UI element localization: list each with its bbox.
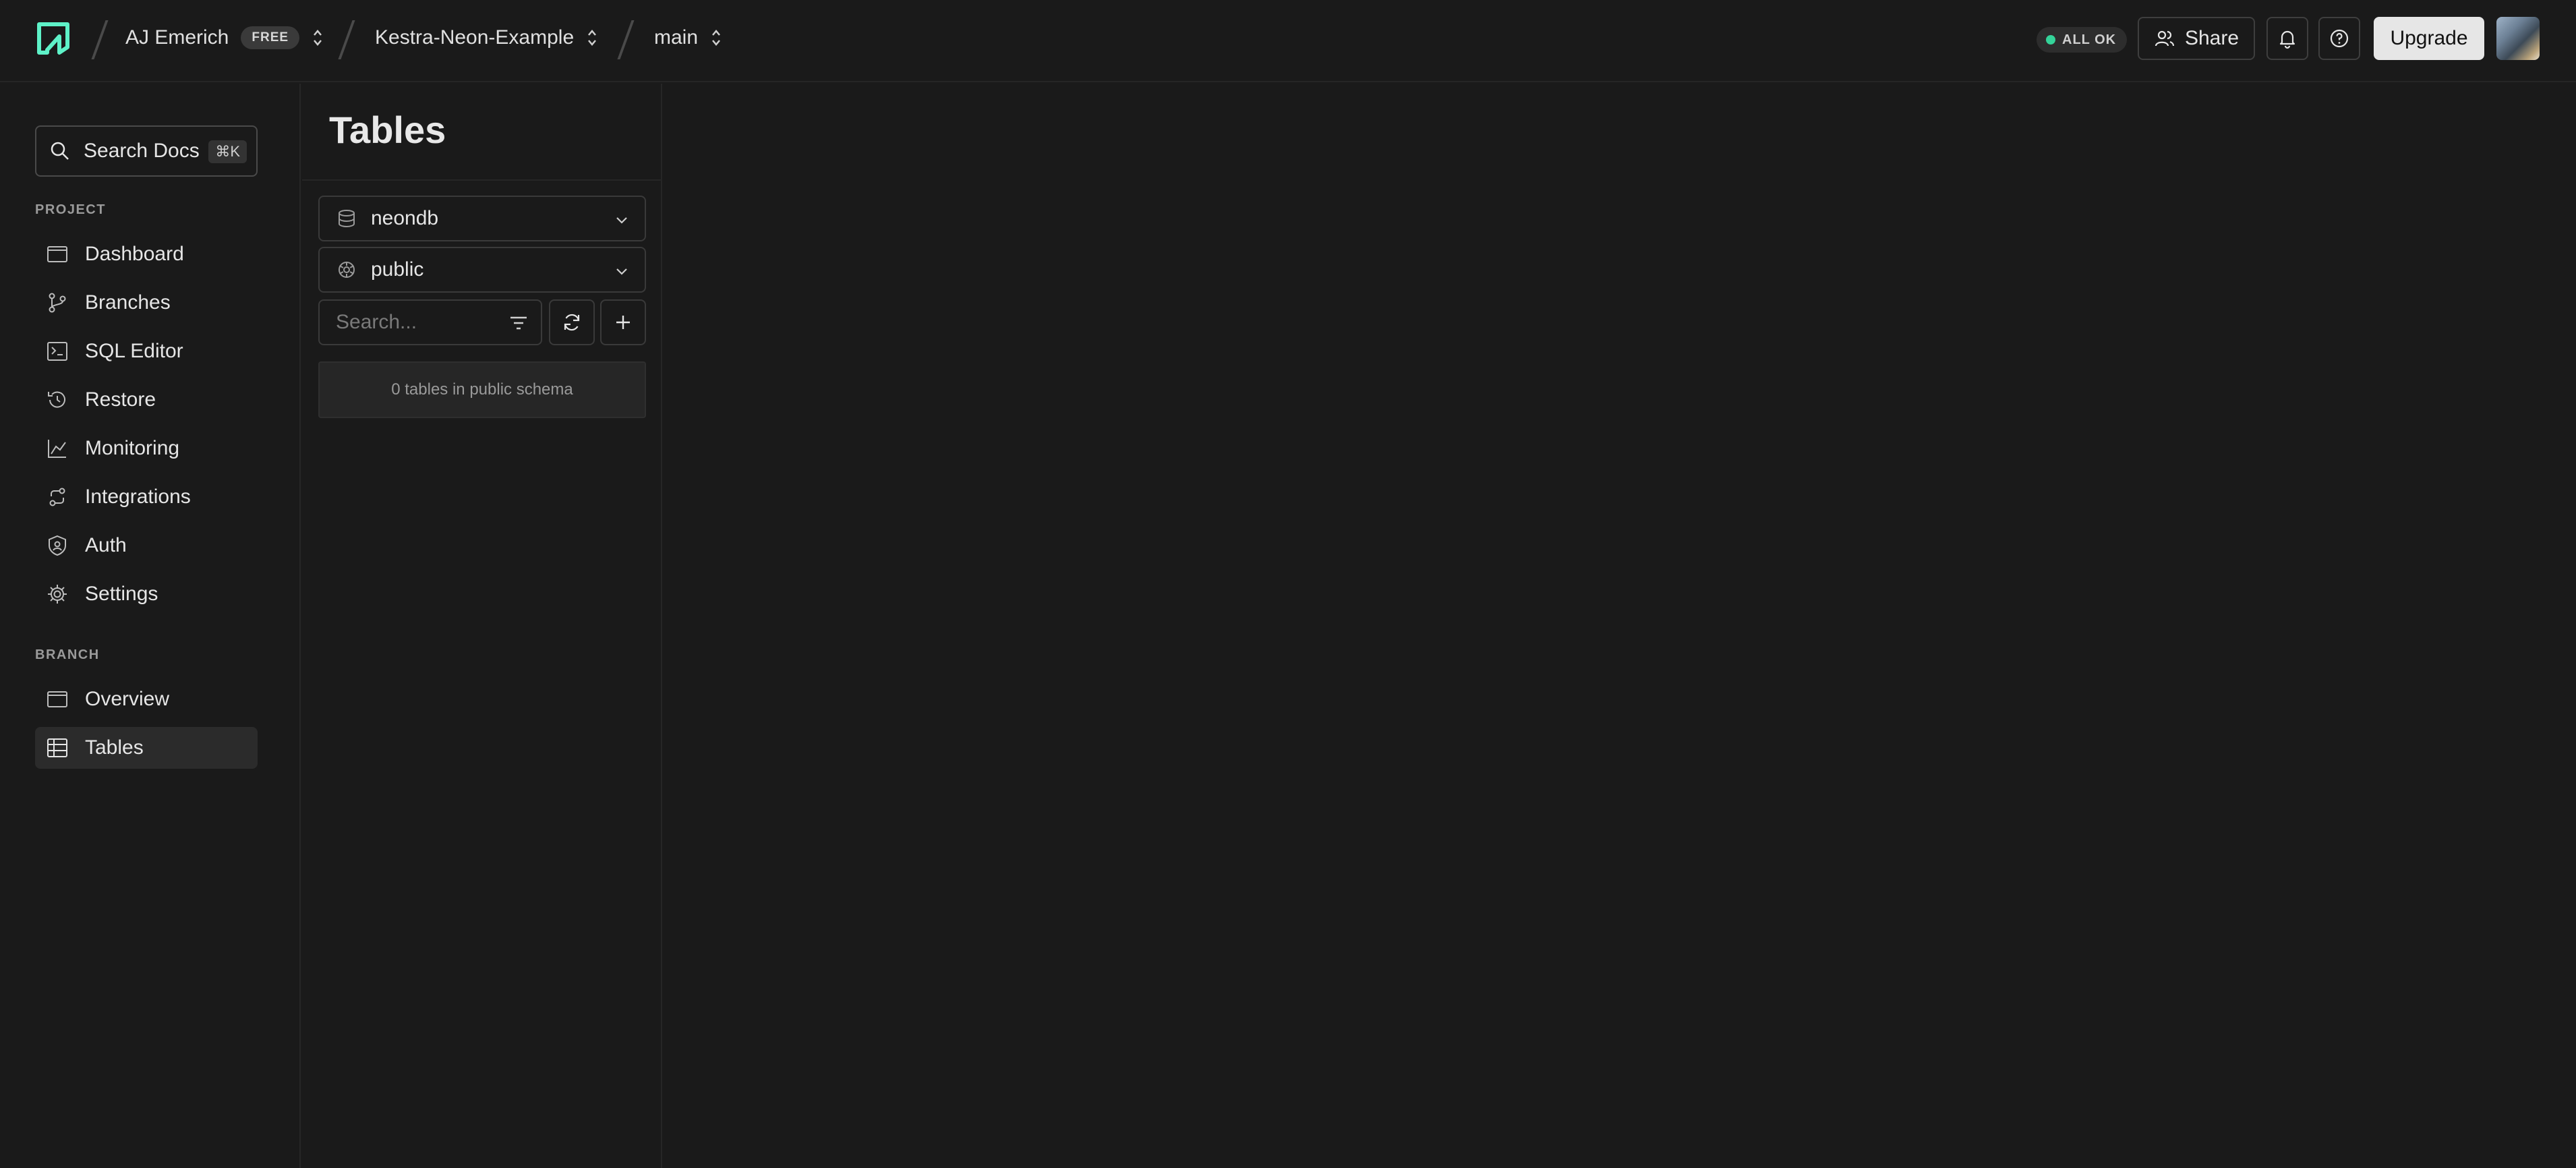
status-text: ALL OK [2062, 32, 2117, 47]
branch-section-label: BRANCH [35, 647, 100, 662]
filter-icon[interactable] [508, 314, 529, 332]
avatar[interactable] [2496, 17, 2540, 60]
upgrade-button[interactable]: Upgrade [2374, 17, 2484, 60]
sidebar-item-label: Tables [85, 736, 144, 759]
search-docs-label: Search Docs [84, 140, 200, 162]
add-table-button[interactable] [600, 299, 646, 345]
divider [302, 179, 662, 181]
users-icon [2155, 30, 2175, 47]
database-select[interactable]: neondb [318, 196, 646, 241]
empty-tables-message: 0 tables in public schema [318, 361, 646, 418]
auth-icon [49, 535, 66, 556]
empty-message-text: 0 tables in public schema [391, 380, 573, 399]
overview-icon [47, 691, 67, 707]
sidebar-item-label: Settings [85, 583, 158, 605]
branches-icon [49, 293, 66, 313]
gear-icon [48, 585, 67, 604]
project-section-label: PROJECT [35, 202, 106, 217]
search-icon [51, 142, 69, 160]
breadcrumb-separator [91, 20, 109, 59]
sidebar-item-label: Branches [85, 291, 171, 314]
search-docs-button[interactable]: Search Docs ⌘K [35, 125, 258, 177]
sidebar-item-branches[interactable]: Branches [35, 282, 258, 324]
bell-icon [2279, 30, 2295, 49]
table-search-placeholder: Search... [336, 311, 417, 333]
sidebar-item-auth[interactable]: Auth [35, 525, 258, 566]
breadcrumb-separator [617, 20, 635, 59]
sidebar-item-settings[interactable]: Settings [35, 573, 258, 615]
upgrade-label: Upgrade [2390, 27, 2468, 49]
neon-logo-icon[interactable] [35, 20, 71, 57]
chevron-updown-icon [314, 30, 322, 46]
table-search-input[interactable]: Search... [318, 299, 542, 345]
database-icon [339, 210, 355, 228]
share-label: Share [2184, 27, 2240, 49]
schema-value: public [371, 258, 424, 281]
tables-panel: Tables neondb public Search... 0 tables … [302, 84, 662, 1168]
org-switcher[interactable]: AJ Emerich FREE [125, 24, 324, 51]
share-button[interactable]: Share [2138, 17, 2255, 60]
database-value: neondb [371, 207, 439, 229]
sidebar-item-tables[interactable]: Tables [35, 727, 258, 769]
status-dot-icon [2046, 35, 2055, 45]
sidebar-item-label: Restore [85, 388, 156, 411]
sidebar-item-label: Monitoring [85, 437, 180, 459]
search-shortcut: ⌘K [208, 140, 247, 163]
plan-badge: FREE [241, 26, 300, 49]
main-content [664, 84, 2576, 1168]
sidebar-item-sql-editor[interactable]: SQL Editor [35, 330, 258, 372]
project-name: Kestra-Neon-Example [375, 26, 575, 49]
tables-icon [47, 738, 67, 757]
sidebar-item-overview[interactable]: Overview [35, 678, 258, 720]
branch-name: main [654, 26, 699, 49]
sidebar-item-dashboard[interactable]: Dashboard [35, 233, 258, 275]
sidebar: Search Docs ⌘K PROJECT Dashboard Branche… [0, 84, 301, 1168]
restore-icon [48, 391, 65, 408]
chevron-updown-icon [588, 30, 597, 46]
status-badge[interactable]: ALL OK [2037, 27, 2128, 53]
branch-switcher[interactable]: main [654, 24, 722, 51]
integrations-icon [49, 488, 65, 506]
refresh-button[interactable] [549, 299, 595, 345]
sidebar-item-label: SQL Editor [85, 340, 183, 362]
top-bar: AJ Emerich FREE Kestra-Neon-Example main… [0, 0, 2576, 82]
breadcrumb-separator [338, 20, 355, 59]
sql-editor-icon [47, 342, 67, 361]
sidebar-item-monitoring[interactable]: Monitoring [35, 428, 258, 469]
chevron-down-icon [616, 268, 627, 275]
sidebar-item-label: Auth [85, 534, 127, 556]
sidebar-item-restore[interactable]: Restore [35, 379, 258, 421]
page-title: Tables [329, 109, 446, 151]
notifications-button[interactable] [2266, 17, 2308, 60]
chevron-updown-icon [712, 30, 720, 46]
plus-icon [616, 316, 630, 329]
dashboard-icon [47, 246, 67, 262]
project-switcher[interactable]: Kestra-Neon-Example [375, 24, 598, 51]
sidebar-item-label: Overview [85, 688, 170, 710]
monitoring-icon [48, 440, 66, 458]
sidebar-item-integrations[interactable]: Integrations [35, 476, 258, 518]
schema-select[interactable]: public [318, 247, 646, 293]
help-button[interactable] [2318, 17, 2360, 60]
chevron-down-icon [616, 217, 627, 224]
help-icon [2330, 29, 2349, 48]
schema-icon [339, 262, 355, 278]
sidebar-item-label: Dashboard [85, 243, 184, 265]
org-name: AJ Emerich [125, 26, 229, 49]
sidebar-item-label: Integrations [85, 486, 191, 508]
refresh-icon [564, 314, 580, 331]
